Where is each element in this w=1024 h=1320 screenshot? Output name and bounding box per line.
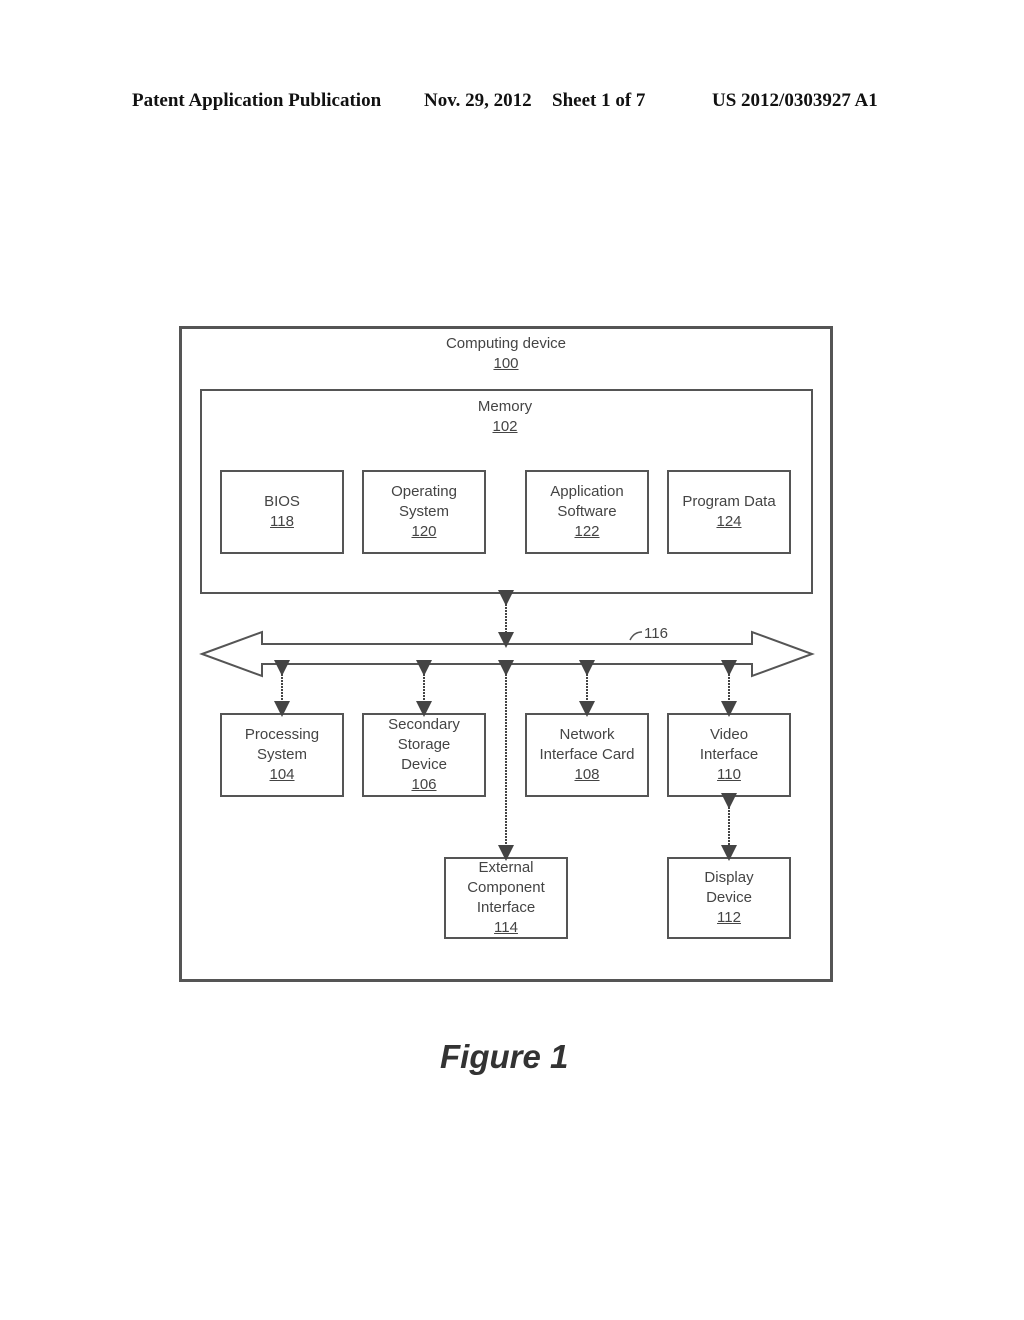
bus-ref-leader	[629, 631, 643, 641]
bus-ref: 116	[644, 625, 668, 642]
bus-and-connectors	[199, 590, 815, 861]
figure-caption: Figure 1	[440, 1038, 569, 1075]
